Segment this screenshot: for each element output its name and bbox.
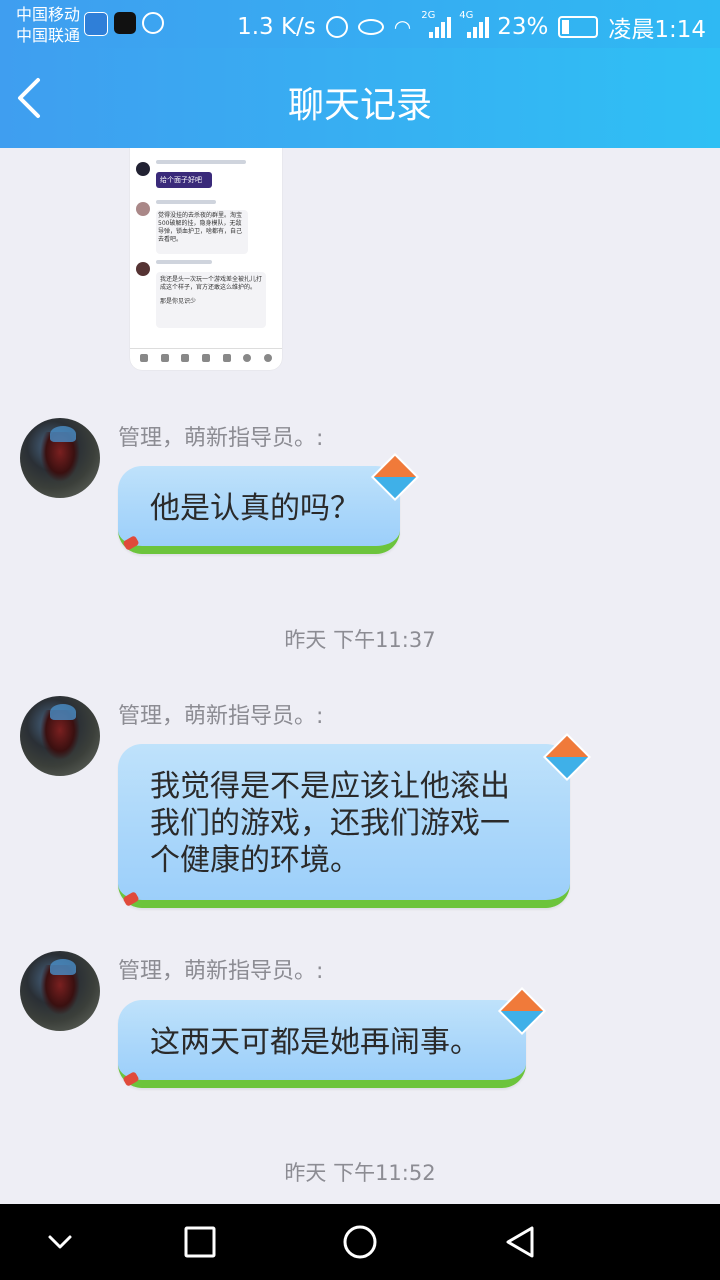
wechat-icon: [142, 12, 164, 34]
message-text: 他是认真的吗？: [150, 491, 360, 526]
back-triangle-icon[interactable]: [498, 1220, 542, 1264]
wifi-icon: ◠: [393, 15, 412, 39]
eye-icon: [357, 19, 384, 35]
message-bubble[interactable]: 我觉得是不是应该让他滚出我们的游戏，还我们游戏一个健康的环境。: [118, 744, 570, 908]
battery-percent: 23%: [497, 14, 549, 40]
status-bar: 中国移动 中国联通 1.3 K/s ◠ 2G 4G 23% 凌晨1:14: [0, 0, 720, 48]
network-speed: 1.3 K/s: [237, 14, 316, 40]
header: 聊天记录: [0, 48, 720, 148]
message-bubble[interactable]: 这两天可都是她再闹事。: [118, 1000, 526, 1088]
thumb-text-1: 给个面子好吧: [160, 176, 202, 184]
sender-name: 管理，萌新指导员。:: [118, 426, 324, 451]
signal-4g-icon: 4G: [459, 10, 490, 38]
clock: 凌晨1:14: [608, 17, 706, 43]
sender-name: 管理，萌新指导员。:: [118, 959, 324, 984]
timestamp: 昨天 下午11:52: [284, 1161, 436, 1185]
message-bubble[interactable]: 他是认真的吗？: [118, 466, 400, 554]
signal-2g-icon: 2G: [421, 10, 452, 38]
message-text: 我觉得是不是应该让他滚出我们的游戏，还我们游戏一个健康的环境。: [150, 769, 510, 878]
sender-name: 管理，萌新指导员。:: [118, 704, 324, 729]
status-right: 1.3 K/s ◠ 2G 4G 23% 凌晨1:14: [237, 10, 706, 44]
chevron-down-icon[interactable]: [38, 1220, 82, 1264]
carrier-info: 中国移动 中国联通: [16, 4, 80, 46]
page-title: 聊天记录: [287, 85, 432, 126]
timestamp: 昨天 下午11:37: [284, 628, 436, 652]
system-nav-bar: [0, 1204, 720, 1280]
thumb-text-3: 我还是头一次玩一个游戏差全被扎儿打成这个样子，官方还敢这么维护的。: [160, 276, 263, 291]
carrier-2: 中国联通: [16, 26, 81, 45]
network-type-2g: 2G: [421, 10, 436, 21]
alarm-icon: [325, 16, 348, 38]
recent-apps-icon[interactable]: [178, 1220, 222, 1264]
avatar[interactable]: [20, 951, 100, 1031]
thumb-toolbar: [140, 354, 272, 364]
thumb-text-2: 觉得没挂的去杀夜的群里。淘宝500破解的挂，隐身模队，无敌导弹，锁血护卫，啥都有…: [158, 212, 243, 243]
notification-icons: [84, 12, 164, 36]
home-icon[interactable]: [338, 1220, 382, 1264]
chat-history[interactable]: 给个面子好吧 觉得没挂的去杀夜的群里。淘宝500破解的挂，隐身模队，无敌导弹，锁…: [0, 148, 720, 1204]
avatar[interactable]: [20, 696, 100, 776]
message-text: 这两天可都是她再闹事。: [150, 1025, 480, 1060]
tiktok-icon: [114, 12, 136, 34]
network-type-4g: 4G: [459, 10, 474, 21]
carrier-1: 中国移动: [16, 5, 81, 24]
image-message-thumbnail[interactable]: 给个面子好吧 觉得没挂的去杀夜的群里。淘宝500破解的挂，隐身模队，无敌导弹，锁…: [130, 148, 282, 370]
avatar[interactable]: [20, 418, 100, 498]
thumb-text-4: 那是你见识少: [160, 298, 197, 305]
shield-icon: [84, 12, 108, 36]
battery-icon: [558, 16, 599, 38]
